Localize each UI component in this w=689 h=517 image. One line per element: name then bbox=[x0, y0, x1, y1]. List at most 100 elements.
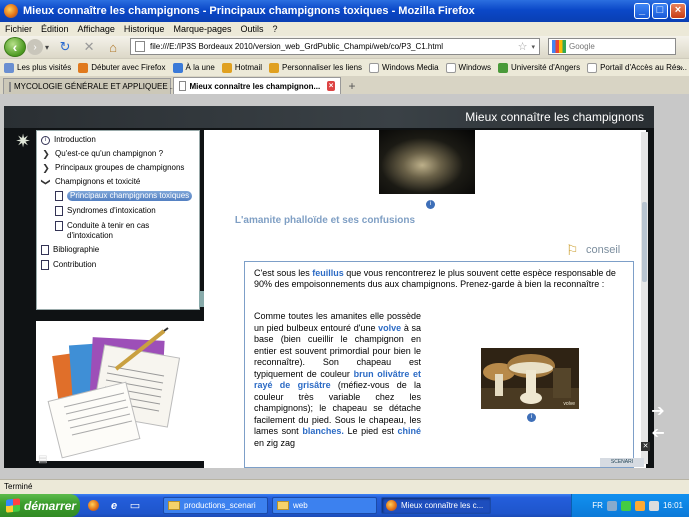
content-scrollbar[interactable] bbox=[641, 132, 648, 464]
menu-historique[interactable]: Historique bbox=[124, 24, 165, 34]
new-tab-button[interactable]: + bbox=[343, 80, 361, 94]
document-icon bbox=[41, 245, 49, 255]
search-box[interactable] bbox=[548, 38, 676, 55]
bookmark-item[interactable]: Les plus visités bbox=[4, 62, 71, 73]
nav-item-contribution[interactable]: Contribution bbox=[41, 260, 96, 270]
bookmark-icon bbox=[172, 62, 183, 73]
forward-button[interactable]: › bbox=[27, 39, 43, 55]
sun-icon[interactable]: ✷ bbox=[13, 131, 33, 151]
page-icon bbox=[135, 41, 145, 52]
folder-icon bbox=[168, 501, 180, 510]
conseil-header: ⚐ conseil bbox=[566, 242, 620, 258]
tray-icon[interactable] bbox=[648, 500, 659, 511]
nav-item-toxicite[interactable]: ❯ Champignons et toxicité bbox=[41, 177, 140, 187]
tray-icon[interactable] bbox=[606, 500, 617, 511]
nav-item-bibliographie[interactable]: Bibliographie bbox=[41, 245, 99, 255]
language-indicator[interactable]: FR bbox=[592, 501, 603, 510]
bookmarks-toolbar: Les plus visités Débuter avec Firefox À … bbox=[0, 58, 689, 76]
task-web[interactable]: web bbox=[272, 497, 377, 514]
start-button[interactable]: démarrer bbox=[0, 494, 80, 517]
ie-quicklaunch-icon[interactable]: e bbox=[106, 498, 122, 514]
signpost-icon: ⚐ bbox=[566, 242, 579, 258]
tab-strip: MYCOLOGIE GÉNÉRALE ET APPLIQUEE ... Mieu… bbox=[0, 76, 689, 94]
task-productions-scenari[interactable]: productions_scenari bbox=[163, 497, 268, 514]
menu-help[interactable]: ? bbox=[273, 24, 278, 34]
bookmark-icon bbox=[78, 62, 89, 73]
document-icon bbox=[41, 260, 49, 270]
url-dropdown-icon[interactable]: ▾ bbox=[531, 43, 535, 51]
bookmark-item[interactable]: Hotmail bbox=[221, 62, 262, 73]
document-icon bbox=[55, 206, 63, 216]
nav-item-introduction[interactable]: i Introduction bbox=[41, 135, 96, 145]
tray-icon[interactable] bbox=[620, 500, 631, 511]
bookmark-item[interactable]: Université d'Angers bbox=[497, 62, 580, 73]
menu-edition[interactable]: Édition bbox=[41, 24, 69, 34]
info-icon[interactable]: i bbox=[527, 413, 536, 422]
tray-icon[interactable] bbox=[634, 500, 645, 511]
previous-page-arrow-icon[interactable]: ➔ bbox=[649, 425, 667, 443]
tab-mieux-connaitre[interactable]: Mieux connaître les champignon... × bbox=[173, 77, 341, 94]
bookmark-icon bbox=[369, 62, 380, 73]
mushroom-photo-top[interactable] bbox=[379, 130, 475, 194]
close-button[interactable]: × bbox=[670, 3, 686, 19]
menu-fichier[interactable]: Fichier bbox=[5, 24, 32, 34]
document-icon bbox=[55, 191, 63, 201]
bookmark-item[interactable]: Windows bbox=[445, 62, 491, 73]
keyword-chine[interactable]: chiné bbox=[397, 426, 421, 436]
bookmark-item[interactable]: Débuter avec Firefox bbox=[78, 62, 166, 73]
menu-bar: Fichier Édition Affichage Historique Mar… bbox=[0, 22, 689, 36]
home-icon[interactable]: ⌂ bbox=[105, 39, 121, 55]
bookmark-item[interactable]: À la une bbox=[172, 62, 215, 73]
task-firefox[interactable]: Mieux connaître les c... bbox=[381, 497, 491, 514]
conseil-box: C'est sous les feuillus que vous rencont… bbox=[244, 261, 634, 468]
desktop-quicklaunch-icon[interactable]: ▭ bbox=[127, 498, 143, 514]
tab-mycologie[interactable]: MYCOLOGIE GÉNÉRALE ET APPLIQUEE ... bbox=[3, 78, 177, 94]
mushroom-photo-volve[interactable]: volve bbox=[481, 348, 579, 409]
bookmark-item[interactable]: Portail d'Accès au Rés... bbox=[587, 62, 687, 73]
bookmark-item[interactable]: Windows Media bbox=[369, 62, 439, 73]
history-dropdown-icon[interactable]: ▾ bbox=[45, 43, 49, 52]
firefox-quicklaunch-icon[interactable] bbox=[85, 498, 101, 514]
stop-icon[interactable]: ✕ bbox=[81, 39, 97, 55]
back-button[interactable]: ‹ bbox=[4, 37, 26, 57]
main-content: i L'amanite phalloïde et ses confusions … bbox=[204, 130, 646, 468]
reload-icon[interactable]: ↻ bbox=[57, 39, 73, 55]
keyword-feuillus[interactable]: feuillus bbox=[312, 268, 344, 278]
next-page-arrow-icon[interactable]: ➔ bbox=[649, 403, 667, 421]
bookmark-star-icon[interactable]: ☆ bbox=[518, 40, 528, 53]
url-bar[interactable]: file:///E:/IP3S Bordeaux 2010/version_we… bbox=[130, 38, 540, 55]
menu-outils[interactable]: Outils bbox=[241, 24, 264, 34]
nav-item-quest-ce[interactable]: ❯ Qu'est-ce qu'un champignon ? bbox=[41, 149, 163, 159]
maximize-button[interactable]: □ bbox=[652, 3, 668, 19]
menu-marque-pages[interactable]: Marque-pages bbox=[173, 24, 231, 34]
scrollbar-thumb[interactable] bbox=[642, 202, 647, 282]
nav-item-groupes[interactable]: ❯ Principaux groupes de champignons bbox=[41, 163, 184, 173]
minimize-button[interactable]: _ bbox=[634, 3, 650, 19]
module-nav-panel: i Introduction ❯ Qu'est-ce qu'un champig… bbox=[36, 130, 205, 310]
print-icon[interactable]: ▤ bbox=[38, 454, 54, 466]
keyword-volve[interactable]: volve bbox=[378, 323, 401, 333]
chevron-right-icon: ❯ bbox=[42, 163, 50, 173]
bookmark-item[interactable]: Personnaliser les liens bbox=[269, 62, 362, 73]
info-icon: i bbox=[41, 136, 50, 145]
nav-item-conduite[interactable]: Conduite à tenir en cas d'intoxication bbox=[55, 221, 165, 241]
document-icon bbox=[55, 221, 63, 231]
bookmark-icon bbox=[4, 62, 14, 73]
keyword-blanches[interactable]: blanches. bbox=[302, 426, 344, 436]
module-stage: Mieux connaître les champignons ✷ i Intr… bbox=[4, 106, 654, 468]
bookmarks-overflow-icon[interactable]: » bbox=[679, 63, 683, 72]
system-tray: FR 16:01 bbox=[571, 494, 689, 517]
info-icon[interactable]: i bbox=[426, 200, 435, 209]
nav-item-syndromes[interactable]: Syndromes d'intoxication bbox=[55, 206, 156, 216]
menu-affichage[interactable]: Affichage bbox=[78, 24, 115, 34]
windows-flag-icon bbox=[6, 498, 20, 513]
google-icon[interactable] bbox=[552, 40, 566, 53]
search-input[interactable] bbox=[569, 42, 659, 51]
clock[interactable]: 16:01 bbox=[663, 501, 683, 510]
url-text[interactable]: file:///E:/IP3S Bordeaux 2010/version_we… bbox=[150, 42, 518, 51]
status-bar: Terminé bbox=[0, 479, 689, 494]
tab-close-icon[interactable]: × bbox=[327, 81, 335, 91]
window-title-bar[interactable]: Mieux connaître les champignons - Princi… bbox=[0, 0, 689, 22]
close-icon[interactable]: ✕ bbox=[641, 442, 650, 451]
nav-item-champignons-toxiques[interactable]: Principaux champignons toxiques bbox=[55, 191, 193, 201]
